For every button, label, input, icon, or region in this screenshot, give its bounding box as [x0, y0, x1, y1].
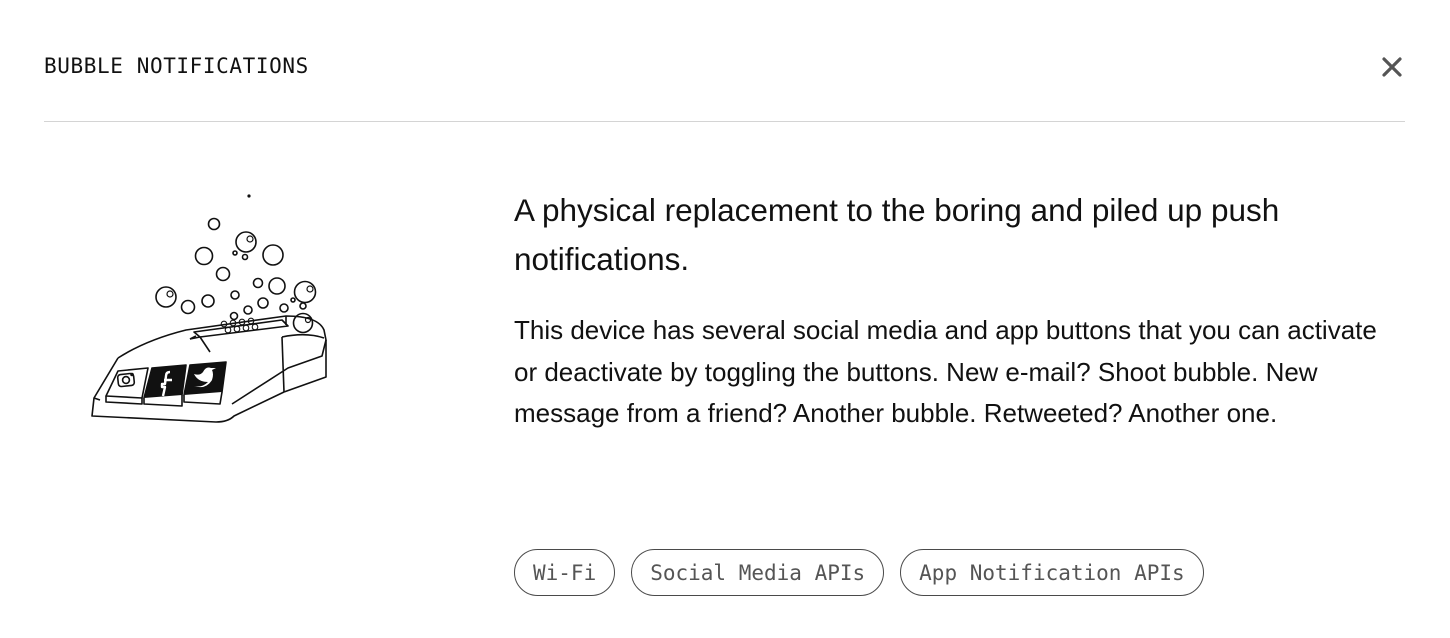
- close-icon: [1382, 57, 1402, 77]
- twitter-button: [183, 361, 227, 405]
- facebook-button: [143, 364, 187, 407]
- description: This device has several social media and…: [514, 315, 1377, 428]
- tag-wifi[interactable]: Wi-Fi: [514, 549, 616, 596]
- instagram-button: [105, 367, 149, 405]
- tag-social-media-apis[interactable]: Social Media APIs: [631, 549, 885, 596]
- tag-app-notification-apis[interactable]: App Notification APIs: [900, 549, 1204, 596]
- headline: A physical replacement to the boring and…: [514, 192, 1280, 277]
- modal-title: BUBBLE NOTIFICATIONS: [44, 54, 309, 78]
- content-section: A physical replacement to the boring and…: [514, 186, 1394, 435]
- bubbles-icon: [155, 194, 317, 334]
- tag-list: Wi-Fi Social Media APIs App Notification…: [514, 549, 1204, 596]
- modal-header: BUBBLE NOTIFICATIONS: [44, 0, 1405, 122]
- bubble-device-illustration: [86, 190, 336, 430]
- close-button[interactable]: [1379, 54, 1405, 80]
